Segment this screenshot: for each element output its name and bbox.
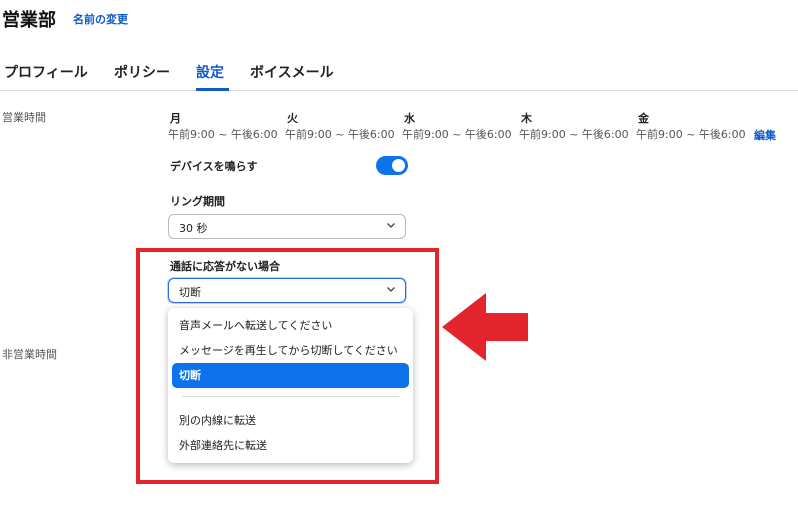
tab-voicemail[interactable]: ボイスメール	[250, 62, 334, 82]
ring-duration-value: 30 秒	[179, 222, 208, 235]
day-fri-hours: 午前9:00 ~ 午後6:00	[636, 128, 746, 141]
ring-devices-label: デバイスを鳴らす	[170, 160, 258, 173]
day-mon: 月	[170, 112, 181, 125]
day-mon-hours: 午前9:00 ~ 午後6:00	[168, 128, 278, 141]
chevron-down-icon	[387, 223, 395, 228]
tab-settings[interactable]: 設定	[196, 62, 224, 82]
ring-devices-toggle[interactable]	[376, 156, 408, 175]
tab-profile[interactable]: プロフィール	[4, 62, 88, 82]
tab-divider	[0, 90, 798, 91]
day-wed-hours: 午前9:00 ~ 午後6:00	[402, 128, 512, 141]
page-title: 営業部	[2, 10, 56, 31]
day-fri: 金	[638, 112, 649, 125]
after-hours-label: 非営業時間	[2, 348, 57, 361]
edit-hours-link[interactable]: 編集	[754, 127, 776, 143]
rename-link[interactable]: 名前の変更	[73, 11, 128, 27]
annotation-highlight-box	[136, 248, 439, 484]
arrow-left-icon	[442, 293, 528, 361]
day-tue-hours: 午前9:00 ~ 午後6:00	[285, 128, 395, 141]
tab-policy[interactable]: ポリシー	[114, 62, 170, 82]
active-tab-indicator	[196, 88, 229, 91]
day-thu: 木	[521, 112, 532, 125]
day-wed: 水	[404, 112, 415, 125]
day-thu-hours: 午前9:00 ~ 午後6:00	[519, 128, 629, 141]
business-hours-label: 営業時間	[2, 111, 46, 124]
day-tue: 火	[287, 112, 298, 125]
ring-duration-label: リング期間	[170, 195, 225, 208]
toggle-knob	[392, 159, 405, 172]
ring-duration-select[interactable]: 30 秒	[168, 214, 406, 239]
